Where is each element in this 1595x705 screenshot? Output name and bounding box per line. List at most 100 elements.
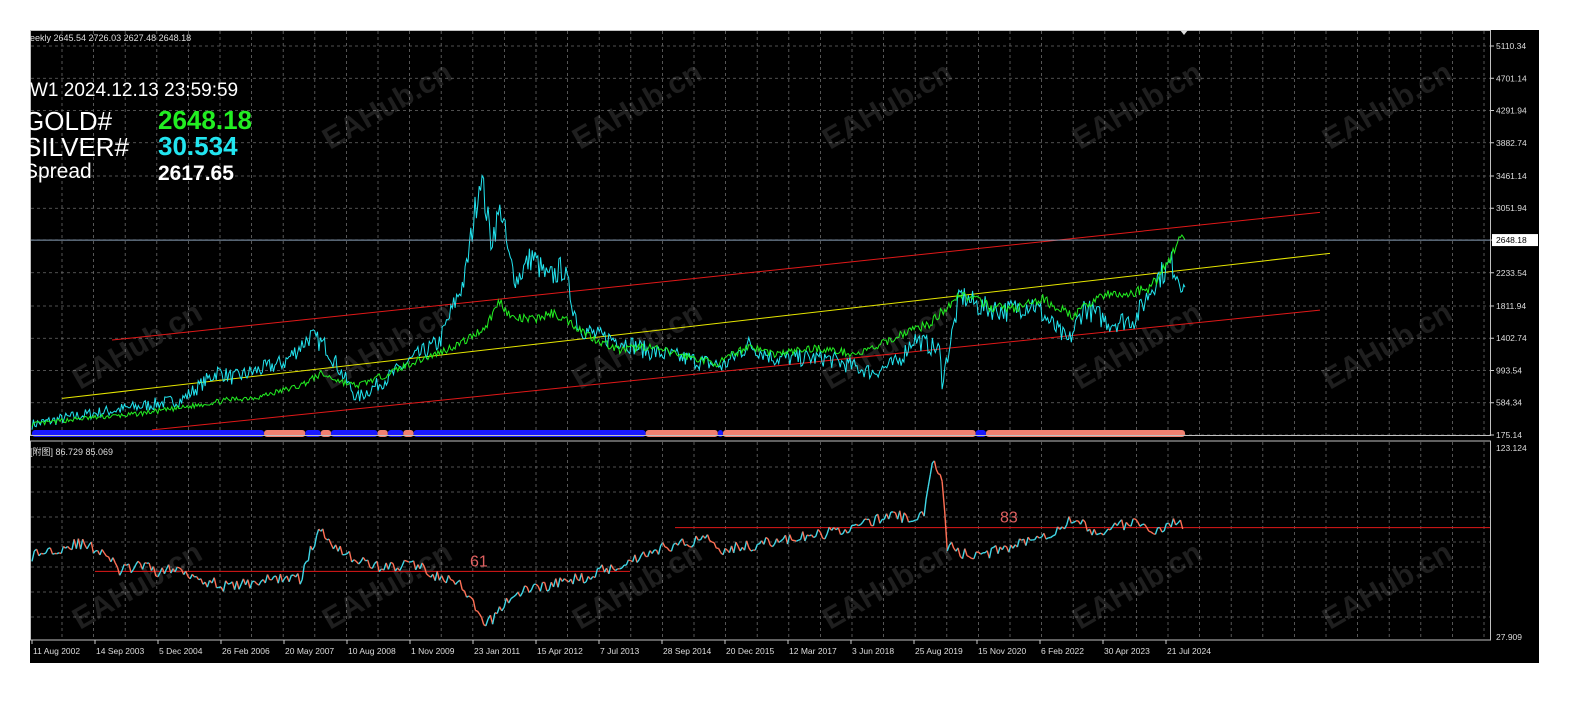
ratio-segment <box>1050 535 1054 539</box>
ratio-segment <box>41 552 44 555</box>
ratio-segment <box>1148 530 1152 533</box>
ratio-segment <box>638 554 642 560</box>
y-tick-label: 5110.34 <box>1496 41 1526 51</box>
ratio-segment <box>724 547 728 551</box>
ratio-segment <box>837 527 842 535</box>
ratio-segment <box>496 606 501 614</box>
ratio-segment <box>1027 536 1031 541</box>
ratio-segment <box>530 584 535 591</box>
ratio-segment <box>264 574 269 584</box>
y-tick-label: 123.124 <box>1496 443 1527 453</box>
ratio-segment <box>1043 533 1047 540</box>
ratio-segment <box>358 561 362 565</box>
chart-canvas[interactable]: EAHub.cn EAHub.cn EAHub.cn EAHub.cn EAHub.cn… <box>30 30 1539 663</box>
ratio-segment <box>1001 545 1006 551</box>
ratio-segment <box>1161 530 1165 533</box>
watermark-text: EAHub.cn <box>1067 536 1208 636</box>
axes: 5110.34 4701.14 4291.94 3882.74 3461.14 3051.… <box>30 30 1538 656</box>
ratio-segment <box>213 577 218 588</box>
ratio-segment <box>634 554 638 563</box>
ratio-segment <box>872 515 877 526</box>
ratio-segment <box>56 552 60 555</box>
ratio-segment <box>1123 522 1127 531</box>
ratio-segment <box>1175 522 1179 526</box>
ratio-segment <box>351 559 355 563</box>
ratio-segment <box>901 512 905 523</box>
ratio-segment <box>580 573 585 584</box>
ratio-segment <box>978 551 982 555</box>
ratio-segment <box>636 559 640 563</box>
ratio-segment <box>1137 521 1141 527</box>
ratio-segment <box>103 552 107 557</box>
ratio-segment <box>935 469 939 475</box>
ratio-segment <box>733 542 737 554</box>
ratio-segment <box>371 563 376 569</box>
ratio-segment <box>281 577 286 583</box>
main-panel-border <box>30 30 1491 436</box>
x-tick-label: 20 Dec 2015 <box>726 646 774 656</box>
ratio-segment <box>539 582 544 592</box>
ratio-segment <box>853 523 857 526</box>
ratio-segment <box>888 511 892 520</box>
ratio-segment <box>521 585 526 593</box>
ratio-segment <box>826 526 830 535</box>
ratio-segment <box>404 559 407 562</box>
ratio-segment <box>258 581 262 586</box>
ratio-segment <box>625 559 630 566</box>
ratio-segment <box>31 550 35 562</box>
ratio-segment <box>824 533 828 540</box>
ratio-segment <box>344 553 348 556</box>
ratio-segment <box>112 557 116 564</box>
ratio-panel: 61 83 <box>31 460 1490 627</box>
x-tick-label: 21 Jul 2024 <box>1167 646 1211 656</box>
ratio-segment <box>859 521 864 526</box>
period-marker-icon <box>1180 30 1188 35</box>
ratio-segment <box>45 548 49 554</box>
ratio-segment <box>583 581 587 584</box>
spread-label: Spread <box>24 160 92 183</box>
x-tick-label: 28 Sep 2014 <box>663 646 711 656</box>
y-tick-label: 3882.74 <box>1496 138 1527 148</box>
y-tick-label: 175.14 <box>1496 430 1522 440</box>
ratio-segment <box>1071 521 1074 524</box>
ratio-segment <box>754 544 759 551</box>
ratio-segment <box>848 525 853 532</box>
ratio-segment <box>353 559 357 562</box>
ratio-segment <box>695 535 699 541</box>
ratio-segment <box>925 486 929 500</box>
ratio-segment <box>647 550 651 557</box>
ratio-segment <box>664 546 668 549</box>
ratio-segment <box>619 567 623 570</box>
ratio-segment <box>563 578 568 582</box>
ratio-segment <box>328 538 332 545</box>
ratio-segment <box>324 537 328 541</box>
y-tick-label: 1402.74 <box>1496 333 1527 343</box>
ratio-segment <box>35 548 40 557</box>
ratio-segment <box>802 531 806 542</box>
ratio-segment <box>121 564 125 571</box>
x-tick-label: 25 Aug 2019 <box>915 646 963 656</box>
ratio-segment <box>313 535 318 547</box>
ratio-segment <box>988 548 993 559</box>
ratio-segment <box>79 538 84 550</box>
ratio-segment <box>840 533 844 536</box>
ratio-segment <box>38 552 42 557</box>
ratio-segment <box>628 559 631 562</box>
ratio-segment <box>786 534 791 545</box>
ratio-segment <box>62 545 66 549</box>
ratio-segment <box>1096 533 1100 536</box>
ratio-segment <box>1130 518 1134 527</box>
ratio-segment <box>362 557 367 562</box>
watermark-text: EAHub.cn <box>817 296 958 396</box>
ratio-segment <box>557 577 561 588</box>
ratio-segment <box>773 538 778 545</box>
x-tick-label: 11 Aug 2002 <box>33 646 80 656</box>
ratio-segment <box>1016 538 1021 548</box>
ratio-segment <box>1150 531 1154 535</box>
ratio-segment <box>713 542 717 549</box>
ratio-segment <box>225 580 229 585</box>
ratio-segment <box>980 552 984 555</box>
level-label: 61 <box>470 553 488 570</box>
chart-terminal[interactable]: EAHub.cn EAHub.cn EAHub.cn EAHub.cn EAHub.cn… <box>24 30 1539 663</box>
ratio-segment <box>651 549 655 554</box>
